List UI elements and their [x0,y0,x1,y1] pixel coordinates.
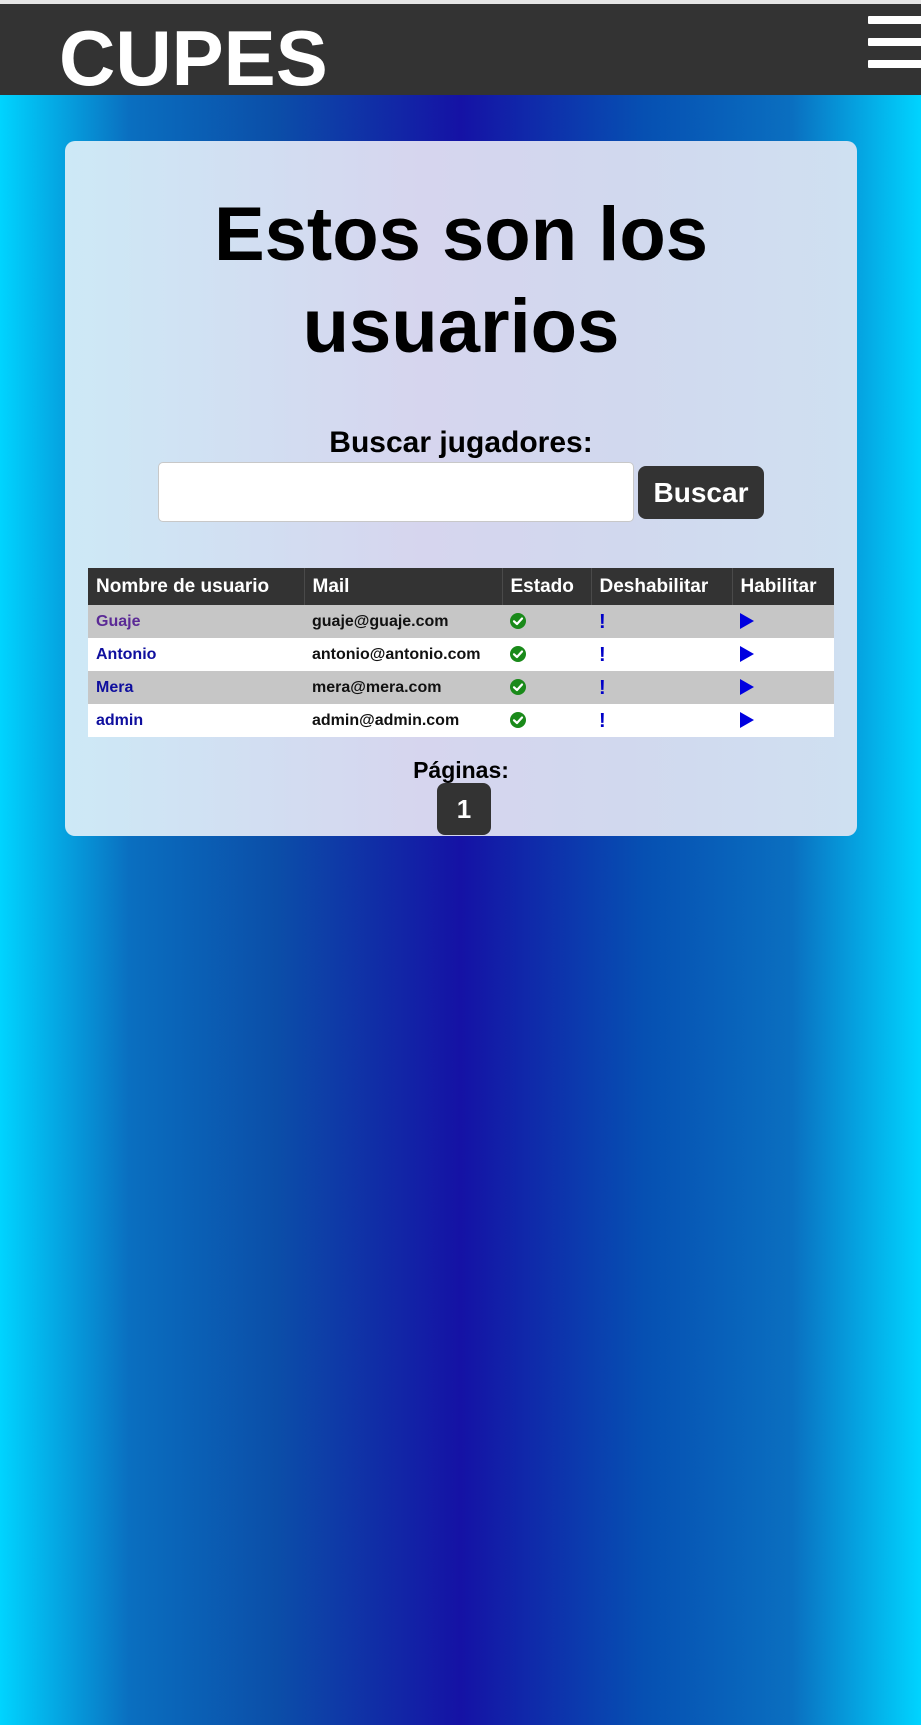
enable-cell [732,671,834,704]
check-circle-icon [510,679,526,696]
username-link[interactable]: Mera [96,679,133,696]
disable-cell: ! [591,704,732,737]
check-circle-icon [510,712,526,729]
username-link[interactable]: Guaje [96,613,140,630]
status-cell [502,704,591,737]
disable-cell: ! [591,605,732,638]
username-cell: Antonio [88,638,304,671]
hamburger-menu-icon[interactable] [868,16,921,68]
column-header-mail: Mail [304,568,503,605]
search-label: Buscar jugadores: [329,426,593,459]
site-logo[interactable]: CUPES [59,12,328,104]
username-cell: Mera [88,671,304,704]
column-header-enable: Habilitar [732,568,834,605]
play-icon[interactable] [740,613,754,630]
menu-bar [868,16,921,24]
exclamation-icon[interactable]: ! [599,645,606,665]
search-button[interactable]: Buscar [638,466,764,519]
username-cell: Guaje [88,605,304,638]
site-header: CUPES [0,4,921,102]
users-table: Nombre de usuario Mail Estado Deshabilit… [88,568,834,737]
page-button-1[interactable]: 1 [437,783,491,835]
status-cell [502,671,591,704]
enable-cell [732,638,834,671]
column-header-username: Nombre de usuario [88,568,305,605]
table-row: admin admin@admin.com ! [88,704,834,737]
username-link[interactable]: admin [96,712,143,729]
exclamation-icon[interactable]: ! [599,711,606,731]
table-row: Antonio antonio@antonio.com ! [88,638,834,671]
table-row: Mera mera@mera.com ! [88,671,834,704]
status-cell [502,638,591,671]
enable-cell [732,605,834,638]
column-header-status: Estado [502,568,592,605]
mail-cell: mera@mera.com [304,671,502,704]
username-link[interactable]: Antonio [96,646,156,663]
check-circle-icon [510,646,526,663]
disable-cell: ! [591,671,732,704]
search-input[interactable] [158,462,634,522]
table-row: Guaje guaje@guaje.com ! [88,605,834,638]
page-title: Estos son los usuarios [213,192,709,369]
exclamation-icon[interactable]: ! [599,612,606,632]
mail-cell: antonio@antonio.com [304,638,502,671]
play-icon[interactable] [740,712,754,729]
username-cell: admin [88,704,304,737]
play-icon[interactable] [740,679,754,696]
status-cell [502,605,591,638]
play-icon[interactable] [740,646,754,663]
exclamation-icon[interactable]: ! [599,678,606,698]
table-header-row: Nombre de usuario Mail Estado Deshabilit… [88,568,834,605]
check-circle-icon [510,613,526,630]
column-header-disable: Deshabilitar [591,568,733,605]
pagination-label: Páginas: [413,757,509,783]
users-card: Estos son los usuarios Buscar jugadores:… [65,141,857,836]
menu-bar [868,60,921,68]
menu-bar [868,38,921,46]
disable-cell: ! [591,638,732,671]
mail-cell: guaje@guaje.com [304,605,502,638]
mail-cell: admin@admin.com [304,704,502,737]
enable-cell [732,704,834,737]
